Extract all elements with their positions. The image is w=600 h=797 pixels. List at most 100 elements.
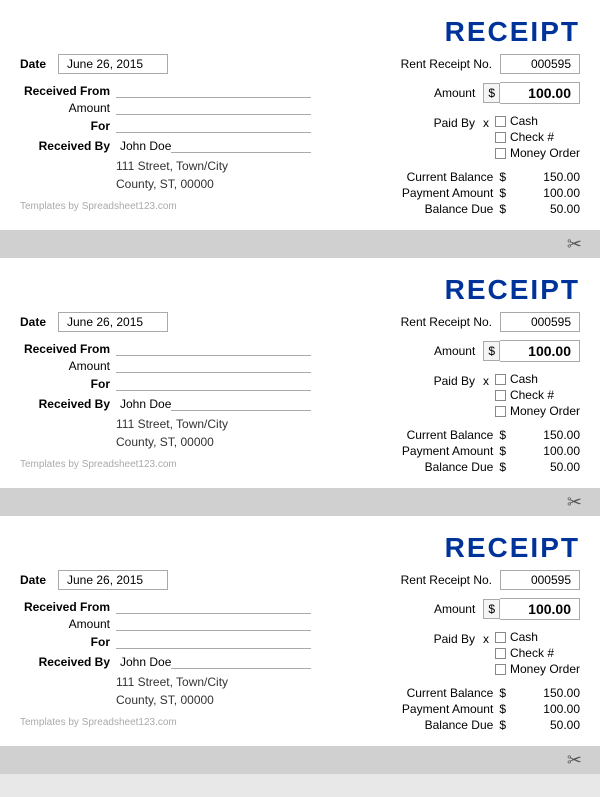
address-line2-2: County, ST, 00000 bbox=[116, 691, 311, 709]
amount-value-0: 100.00 bbox=[500, 82, 580, 104]
for-field-2[interactable] bbox=[116, 635, 311, 649]
payment-amount-row-0: Payment Amount $ 100.00 bbox=[322, 186, 580, 200]
left-col-2: Date June 26, 2015 Received From Amount … bbox=[20, 570, 311, 734]
scissors-icon-last: ✂ bbox=[567, 750, 582, 771]
date-label-0: Date bbox=[20, 57, 50, 71]
address-line1-1: 111 Street, Town/City bbox=[116, 415, 311, 433]
check-label-0: Check # bbox=[510, 130, 554, 144]
balance-due-label-0: Balance Due bbox=[425, 202, 494, 216]
received-from-group-2: Received From Amount For Received By Joh… bbox=[20, 600, 311, 669]
payment-money-order-1: Money Order bbox=[495, 404, 580, 418]
checkbox-cash-1[interactable] bbox=[495, 374, 506, 385]
for-field-1[interactable] bbox=[116, 377, 311, 391]
payment-check-0: Check # bbox=[495, 130, 580, 144]
money-order-label-2: Money Order bbox=[510, 662, 580, 676]
for-field-0[interactable] bbox=[116, 119, 311, 133]
amount-field-1[interactable] bbox=[116, 359, 311, 373]
payment-amount-row-2: Payment Amount $ 100.00 bbox=[322, 702, 580, 716]
payment-cash-0: Cash bbox=[495, 114, 580, 128]
received-from-label-1: Received From bbox=[20, 342, 110, 356]
amount-field-2[interactable] bbox=[116, 617, 311, 631]
checkbox-check-2[interactable] bbox=[495, 648, 506, 659]
for-label-0: For bbox=[20, 119, 110, 133]
balance-due-label-1: Balance Due bbox=[425, 460, 494, 474]
balance-due-label-2: Balance Due bbox=[425, 718, 494, 732]
paid-by-label-0: Paid By bbox=[434, 114, 475, 130]
payment-money-order-2: Money Order bbox=[495, 662, 580, 676]
payment-cash-1: Cash bbox=[495, 372, 580, 386]
rent-receipt-no-2: 000595 bbox=[500, 570, 580, 590]
scissors-icon: ✂ bbox=[567, 234, 582, 255]
receipt-2: RECEIPT Date June 26, 2015 Received From bbox=[0, 516, 600, 746]
received-by-value-2: John Doe bbox=[120, 655, 171, 669]
address-line1-2: 111 Street, Town/City bbox=[116, 673, 311, 691]
received-by-label-1: Received By bbox=[20, 397, 110, 411]
rent-receipt-no-0: 000595 bbox=[500, 54, 580, 74]
for-label-2: For bbox=[20, 635, 110, 649]
footer-2: Templates by Spreadsheet123.com bbox=[20, 717, 311, 728]
received-from-label-0: Received From bbox=[20, 84, 110, 98]
checkbox-cash-2[interactable] bbox=[495, 632, 506, 643]
paid-by-marker-0: x bbox=[483, 114, 489, 130]
current-balance-value-1: 150.00 bbox=[510, 428, 580, 442]
payment-options-1: Cash Check # Money Order bbox=[495, 372, 580, 418]
amount-row-1: Amount $ 100.00 bbox=[322, 340, 580, 362]
balance-table-0: Current Balance $ 150.00 Payment Amount … bbox=[322, 170, 580, 216]
rent-receipt-label-2: Rent Receipt No. bbox=[401, 573, 492, 587]
current-balance-row-0: Current Balance $ 150.00 bbox=[322, 170, 580, 184]
checkbox-check-0[interactable] bbox=[495, 132, 506, 143]
date-row-1: Date June 26, 2015 bbox=[20, 312, 311, 332]
checkbox-money-order-2[interactable] bbox=[495, 664, 506, 675]
date-value-1: June 26, 2015 bbox=[58, 312, 168, 332]
cash-label-0: Cash bbox=[510, 114, 538, 128]
payment-cash-2: Cash bbox=[495, 630, 580, 644]
received-from-field-0[interactable] bbox=[116, 84, 311, 98]
balance-table-2: Current Balance $ 150.00 Payment Amount … bbox=[322, 686, 580, 732]
cash-label-1: Cash bbox=[510, 372, 538, 386]
received-from-field-1[interactable] bbox=[116, 342, 311, 356]
amount-value-2: 100.00 bbox=[500, 598, 580, 620]
received-by-field-0[interactable] bbox=[171, 139, 311, 153]
amount-field-0[interactable] bbox=[116, 101, 311, 115]
received-from-label-2: Received From bbox=[20, 600, 110, 614]
amount-dollar-1: $ bbox=[483, 341, 500, 361]
checkbox-cash-0[interactable] bbox=[495, 116, 506, 127]
address-line1-0: 111 Street, Town/City bbox=[116, 157, 311, 175]
received-by-label-0: Received By bbox=[20, 139, 110, 153]
payment-amount-row-1: Payment Amount $ 100.00 bbox=[322, 444, 580, 458]
payment-amount-value-0: 100.00 bbox=[510, 186, 580, 200]
payment-check-1: Check # bbox=[495, 388, 580, 402]
payment-amount-value-1: 100.00 bbox=[510, 444, 580, 458]
current-balance-row-2: Current Balance $ 150.00 bbox=[322, 686, 580, 700]
address-line2-0: County, ST, 00000 bbox=[116, 175, 311, 193]
received-from-group-1: Received From Amount For Received By Joh… bbox=[20, 342, 311, 411]
payment-amount-label-2: Payment Amount bbox=[402, 702, 493, 716]
checkbox-money-order-0[interactable] bbox=[495, 148, 506, 159]
payment-check-2: Check # bbox=[495, 646, 580, 660]
received-from-group-0: Received From Amount For Received By Joh… bbox=[20, 84, 311, 153]
right-col-1: Rent Receipt No. 000595 Amount $ 100.00 … bbox=[322, 312, 580, 476]
checkbox-check-1[interactable] bbox=[495, 390, 506, 401]
rent-receipt-row-2: Rent Receipt No. 000595 bbox=[322, 570, 580, 590]
payment-amount-label-1: Payment Amount bbox=[402, 444, 493, 458]
address-2: 111 Street, Town/City County, ST, 00000 bbox=[20, 673, 311, 709]
amount-dollar-0: $ bbox=[483, 83, 500, 103]
paid-by-marker-2: x bbox=[483, 630, 489, 646]
receipt-1: RECEIPT Date June 26, 2015 Received From bbox=[0, 258, 600, 488]
rent-receipt-label-1: Rent Receipt No. bbox=[401, 315, 492, 329]
scissors-icon: ✂ bbox=[567, 492, 582, 513]
receipt-0: RECEIPT Date June 26, 2015 Received From bbox=[0, 0, 600, 230]
checkbox-money-order-1[interactable] bbox=[495, 406, 506, 417]
payment-amount-dollar-2: $ bbox=[499, 702, 506, 716]
current-balance-label-0: Current Balance bbox=[407, 170, 494, 184]
date-label-1: Date bbox=[20, 315, 50, 329]
balance-table-1: Current Balance $ 150.00 Payment Amount … bbox=[322, 428, 580, 474]
received-by-field-1[interactable] bbox=[171, 397, 311, 411]
paid-by-label-1: Paid By bbox=[434, 372, 475, 388]
amount-row-2: Amount $ 100.00 bbox=[322, 598, 580, 620]
received-by-field-2[interactable] bbox=[171, 655, 311, 669]
current-balance-dollar-2: $ bbox=[499, 686, 506, 700]
date-value-2: June 26, 2015 bbox=[58, 570, 168, 590]
amount-label-0: Amount bbox=[434, 86, 475, 100]
received-from-field-2[interactable] bbox=[116, 600, 311, 614]
